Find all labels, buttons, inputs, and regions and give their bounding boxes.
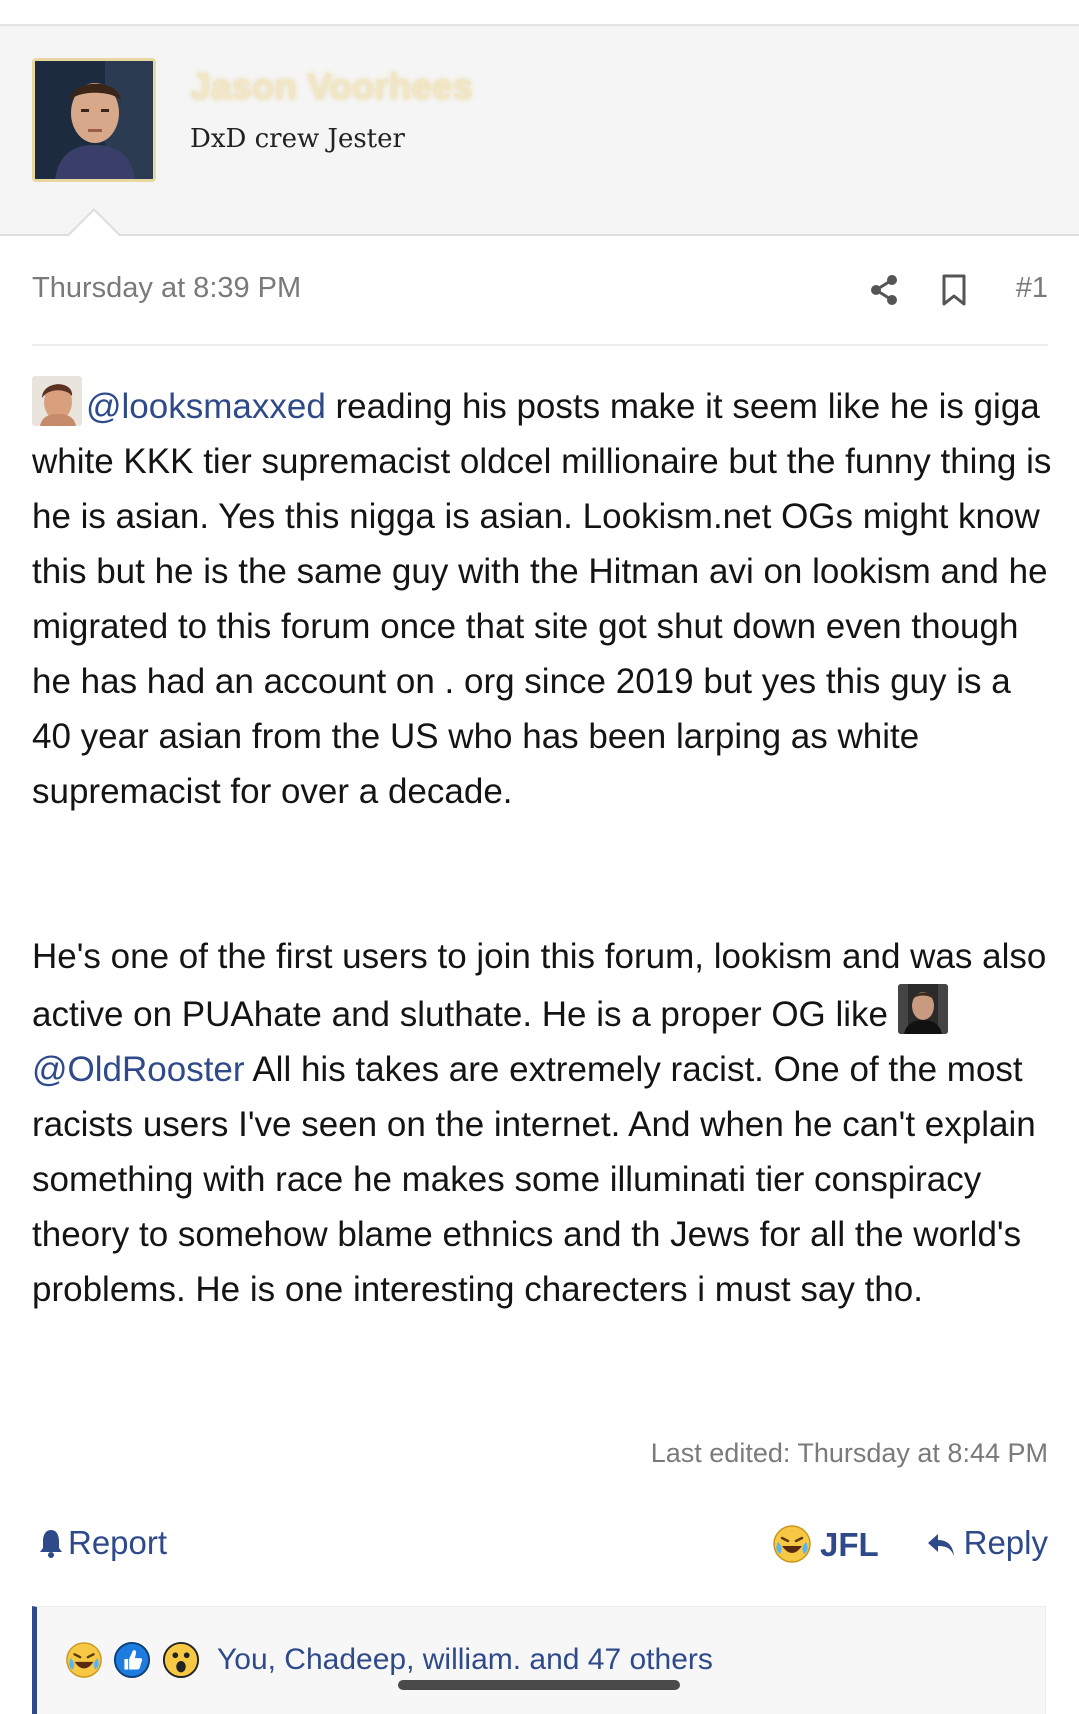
header-pointer-inner bbox=[68, 211, 120, 237]
mention-looksmaxxed[interactable]: @looksmaxxed bbox=[86, 387, 326, 426]
user-header: Jason Voorhees DxD crew Jester bbox=[0, 26, 1079, 236]
reactions-bar[interactable]: You, Chadeep, william. and 47 others bbox=[32, 1606, 1046, 1714]
report-button[interactable]: Report bbox=[38, 1524, 167, 1562]
laughing-crying-icon bbox=[773, 1525, 811, 1563]
post-paragraph-1: @looksmaxxed reading his posts make it s… bbox=[32, 376, 1052, 819]
horizontal-scrollbar[interactable] bbox=[398, 1680, 680, 1690]
mention-avatar-oldrooster[interactable] bbox=[897, 984, 948, 1034]
post-actions: Report JFL Reply bbox=[32, 1520, 1048, 1570]
reply-label: Reply bbox=[963, 1524, 1048, 1561]
mention-oldrooster[interactable]: @OldRooster bbox=[32, 1050, 245, 1089]
reaction-icons bbox=[65, 1641, 206, 1679]
reply-icon bbox=[927, 1534, 954, 1556]
post-paragraph-2: He's one of the first users to join this… bbox=[32, 929, 1052, 1317]
post-number[interactable]: #1 bbox=[1016, 272, 1048, 305]
share-icon[interactable] bbox=[868, 274, 900, 311]
reaction-summary[interactable]: You, Chadeep, william. and 47 others bbox=[217, 1643, 713, 1677]
mention-avatar-looksmaxxed[interactable] bbox=[32, 376, 82, 426]
react-jfl-label: JFL bbox=[820, 1526, 879, 1563]
report-label: Report bbox=[68, 1524, 168, 1561]
reply-button[interactable]: Reply bbox=[926, 1524, 1048, 1562]
bookmark-icon[interactable] bbox=[940, 274, 968, 311]
bell-icon bbox=[40, 1530, 62, 1558]
post-text-2a: He's one of the first users to join this… bbox=[32, 937, 1047, 1034]
react-jfl-button[interactable]: JFL bbox=[772, 1524, 879, 1564]
post-meta: Thursday at 8:39 PM #1 bbox=[32, 270, 1048, 310]
post-timestamp[interactable]: Thursday at 8:39 PM bbox=[32, 272, 301, 305]
post-body: @looksmaxxed reading his posts make it s… bbox=[32, 376, 1052, 1317]
shocked-face-icon bbox=[162, 1641, 199, 1679]
username[interactable]: Jason Voorhees bbox=[190, 66, 473, 108]
user-title: DxD crew Jester bbox=[190, 124, 405, 154]
post-text-1: reading his posts make it seem like he i… bbox=[32, 387, 1052, 811]
laughing-crying-icon bbox=[66, 1642, 102, 1678]
thumbs-up-icon bbox=[114, 1641, 151, 1679]
meta-divider bbox=[32, 344, 1048, 346]
last-edited: Last edited: Thursday at 8:44 PM bbox=[650, 1438, 1048, 1468]
user-avatar[interactable] bbox=[32, 58, 156, 182]
